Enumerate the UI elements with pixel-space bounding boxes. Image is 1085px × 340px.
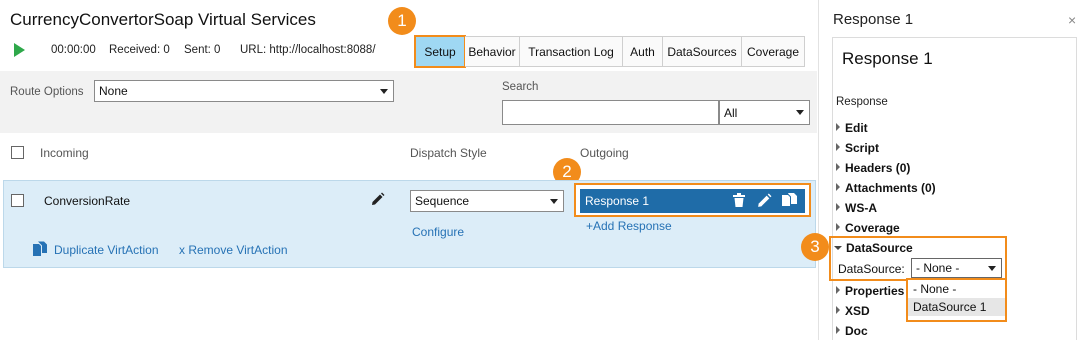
tab-transaction-log[interactable]: Transaction Log bbox=[520, 36, 623, 67]
close-icon[interactable]: × bbox=[1068, 12, 1076, 28]
tab-setup[interactable]: Setup bbox=[414, 35, 466, 68]
tree-item-script[interactable]: Script bbox=[836, 141, 879, 155]
chevron-right-icon bbox=[836, 306, 840, 314]
tab-coverage[interactable]: Coverage bbox=[742, 36, 805, 67]
page-title: CurrencyConvertorSoap Virtual Services bbox=[10, 10, 316, 29]
sent-count: Sent: 0 bbox=[184, 44, 221, 56]
tree-item-label: Script bbox=[845, 141, 880, 155]
search-filter-value: All bbox=[724, 105, 738, 120]
tree-item-label: Attachments (0) bbox=[845, 181, 936, 195]
tree-item-xsd[interactable]: XSD bbox=[836, 304, 870, 318]
row-checkbox[interactable] bbox=[11, 194, 24, 207]
chevron-down-icon bbox=[796, 110, 804, 115]
response-section-label: Response bbox=[836, 96, 888, 108]
datasource-value: - None - bbox=[916, 261, 960, 275]
search-input[interactable] bbox=[502, 100, 719, 125]
route-options-select[interactable]: None bbox=[94, 80, 394, 102]
tree-item-properties[interactable]: Properties bbox=[836, 284, 904, 298]
chevron-right-icon bbox=[836, 223, 840, 231]
chevron-down-icon bbox=[834, 246, 842, 250]
dispatch-style-value: Sequence bbox=[415, 194, 470, 208]
tree-item-datasource[interactable]: DataSource bbox=[834, 241, 913, 255]
elapsed-time: 00:00:00 bbox=[51, 44, 96, 56]
tab-datasources[interactable]: DataSources bbox=[663, 36, 742, 67]
step-badge-3: 3 bbox=[801, 233, 829, 261]
tree-item-label: WS-A bbox=[845, 201, 877, 215]
tab-behavior[interactable]: Behavior bbox=[465, 36, 520, 67]
route-options-label: Route Options bbox=[10, 86, 84, 98]
chevron-right-icon bbox=[836, 163, 840, 171]
edit-pencil-icon[interactable] bbox=[756, 193, 772, 209]
duplicate-virtaction-link[interactable]: Duplicate VirtAction bbox=[54, 243, 159, 257]
search-label: Search bbox=[502, 81, 539, 93]
incoming-header: Incoming bbox=[40, 146, 89, 160]
datasource-select[interactable]: - None - bbox=[911, 258, 1002, 278]
response-item[interactable]: Response 1 bbox=[580, 189, 805, 213]
datasource-label: DataSource: bbox=[838, 262, 905, 276]
edit-pencil-icon[interactable] bbox=[370, 192, 385, 207]
tree-item-doc[interactable]: Doc bbox=[836, 324, 868, 338]
select-all-checkbox[interactable] bbox=[11, 146, 24, 159]
tab-bar: Setup Behavior Transaction Log Auth Data… bbox=[414, 35, 805, 68]
dispatch-style-select[interactable]: Sequence bbox=[410, 190, 564, 212]
add-response-link[interactable]: +Add Response bbox=[586, 219, 672, 233]
chevron-right-icon bbox=[836, 286, 840, 294]
search-filter-select[interactable]: All bbox=[719, 100, 810, 125]
tree-item-coverage[interactable]: Coverage bbox=[836, 221, 900, 235]
chevron-down-icon bbox=[550, 199, 558, 204]
chevron-right-icon bbox=[836, 203, 840, 211]
tree-item-headers[interactable]: Headers (0) bbox=[836, 161, 910, 175]
dispatch-style-header: Dispatch Style bbox=[410, 146, 487, 160]
chevron-right-icon bbox=[836, 123, 840, 131]
tree-item-label: Coverage bbox=[845, 221, 900, 235]
play-icon[interactable] bbox=[14, 43, 25, 57]
incoming-name: ConversionRate bbox=[44, 194, 131, 208]
tree-item-label: Doc bbox=[845, 324, 868, 338]
tab-auth[interactable]: Auth bbox=[623, 36, 663, 67]
route-options-value: None bbox=[99, 84, 128, 98]
datasource-dropdown-list: - None - DataSource 1 bbox=[906, 278, 1007, 322]
chevron-down-icon bbox=[988, 266, 996, 271]
chevron-right-icon bbox=[836, 143, 840, 151]
remove-virtaction-link[interactable]: x Remove VirtAction bbox=[179, 243, 288, 257]
tree-item-ws-a[interactable]: WS-A bbox=[836, 201, 877, 215]
received-count: Received: 0 bbox=[109, 44, 170, 56]
panel-heading: Response 1 bbox=[842, 49, 933, 68]
step-badge-1: 1 bbox=[388, 7, 416, 35]
chevron-down-icon bbox=[380, 89, 388, 94]
trash-icon[interactable] bbox=[732, 193, 746, 208]
datasource-option-none[interactable]: - None - bbox=[908, 280, 1005, 298]
tree-item-attachments[interactable]: Attachments (0) bbox=[836, 181, 936, 195]
tree-item-label: DataSource bbox=[846, 241, 913, 255]
tree-item-edit[interactable]: Edit bbox=[836, 121, 868, 135]
tree-item-label: XSD bbox=[845, 304, 870, 318]
datasource-option-1[interactable]: DataSource 1 bbox=[908, 298, 1005, 316]
tree-item-label: Headers (0) bbox=[845, 161, 911, 175]
chevron-right-icon bbox=[836, 326, 840, 334]
chevron-right-icon bbox=[836, 183, 840, 191]
tree-item-label: Properties bbox=[845, 284, 905, 298]
service-url: URL: http://localhost:8088/ bbox=[240, 44, 376, 56]
panel-title: Response 1 bbox=[833, 11, 914, 28]
tree-item-label: Edit bbox=[845, 121, 868, 135]
response-label: Response 1 bbox=[585, 194, 650, 208]
duplicate-icon bbox=[33, 241, 47, 256]
outgoing-header: Outgoing bbox=[580, 146, 629, 160]
copy-icon[interactable] bbox=[781, 192, 798, 209]
configure-link[interactable]: Configure bbox=[412, 225, 464, 239]
